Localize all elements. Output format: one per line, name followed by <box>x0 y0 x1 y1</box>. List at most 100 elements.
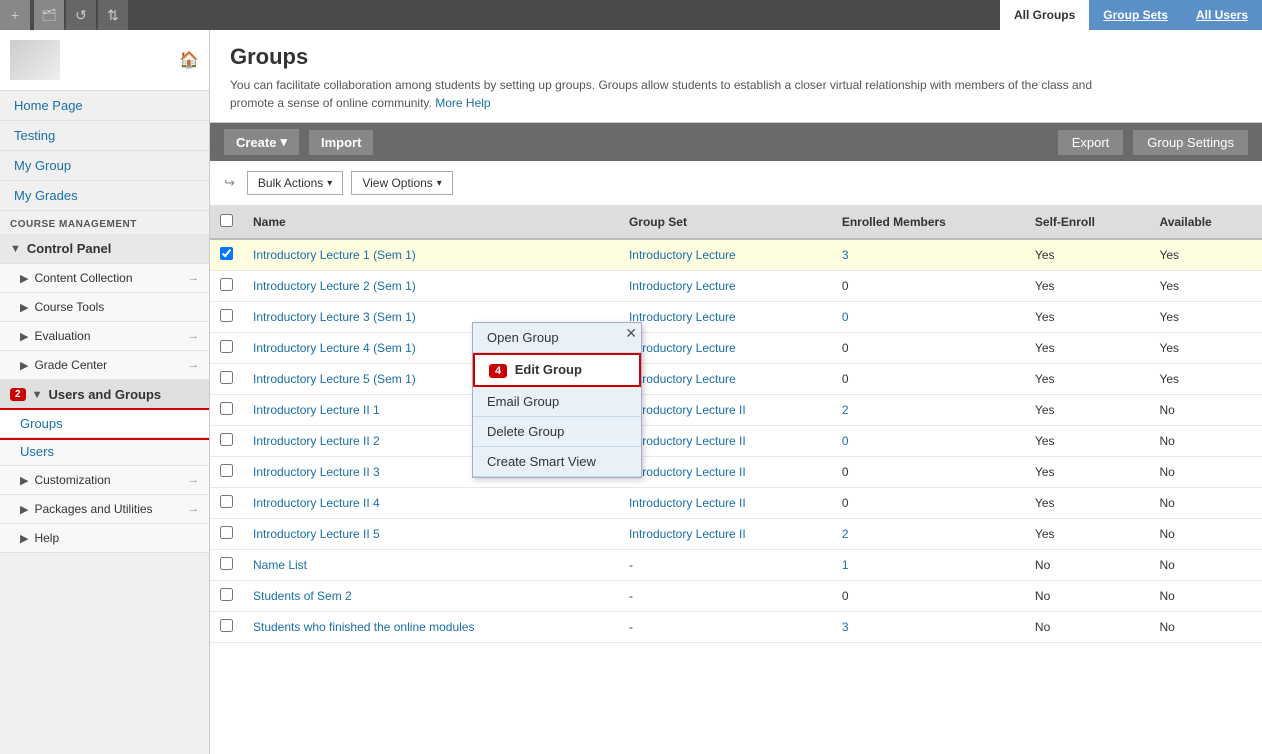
triangle-icon6: ▶ <box>20 503 28 516</box>
select-all-checkbox[interactable] <box>220 214 233 227</box>
group-name-link[interactable]: Introductory Lecture II 2 <box>253 434 380 448</box>
table-row: Introductory Lecture 5 (Sem 1) Introducto… <box>210 364 1262 395</box>
group-set-link[interactable]: Introductory Lecture II <box>629 403 746 417</box>
home-icon[interactable]: 🏠 <box>179 50 199 70</box>
tab-group-sets[interactable]: Group Sets <box>1089 0 1182 30</box>
packages-utilities-item[interactable]: ▶ Packages and Utilities → <box>0 495 209 524</box>
course-tools-item[interactable]: ▶ Course Tools <box>0 293 209 322</box>
row-checkbox[interactable] <box>220 464 233 477</box>
control-panel-toggle[interactable]: ▼ Control Panel <box>0 234 209 264</box>
enrolled-count-link[interactable]: 1 <box>842 558 849 572</box>
page-description: You can facilitate collaboration among s… <box>230 76 1130 112</box>
bulk-caret-icon: ▾ <box>327 178 332 189</box>
sidebar-item-groups[interactable]: Groups <box>0 410 209 438</box>
group-name-link[interactable]: Students of Sem 2 <box>253 589 352 603</box>
cm-create-smart-view[interactable]: Create Smart View <box>473 447 641 477</box>
group-set-link[interactable]: Introductory Lecture <box>629 279 736 293</box>
refresh-button[interactable]: ↺ <box>66 0 96 30</box>
table-row: Students of Sem 2-0NoNo <box>210 581 1262 612</box>
group-set-link[interactable]: Introductory Lecture II <box>629 434 746 448</box>
group-set-link[interactable]: Introductory Lecture <box>629 248 736 262</box>
table-row: Introductory Lecture II 3 Introductory Le… <box>210 457 1262 488</box>
folder-button[interactable]: 🗂 <box>34 0 64 30</box>
row-checkbox[interactable] <box>220 340 233 353</box>
group-set-link[interactable]: Introductory Lecture <box>629 372 736 386</box>
group-name-link[interactable]: Introductory Lecture 4 (Sem 1) <box>253 341 416 355</box>
tab-all-users[interactable]: All Users <box>1182 0 1262 30</box>
self-enroll-value: No <box>1025 612 1150 643</box>
enrolled-count-link[interactable]: 0 <box>842 434 849 448</box>
self-enroll-value: Yes <box>1025 364 1150 395</box>
add-button[interactable]: + <box>0 0 30 30</box>
row-checkbox[interactable] <box>220 588 233 601</box>
arrow-down-icon: ▼ <box>10 243 21 255</box>
group-set-link[interactable]: Introductory Lecture II <box>629 465 746 479</box>
cm-edit-group[interactable]: 4 Edit Group <box>473 353 641 387</box>
group-name-link[interactable]: Introductory Lecture II 3 <box>253 465 380 479</box>
cm-email-group[interactable]: Email Group <box>473 387 641 417</box>
customization-item[interactable]: ▶ Customization → <box>0 466 209 495</box>
table-header-row: Name Group Set Enrolled Members Self-Enr… <box>210 206 1262 239</box>
row-checkbox[interactable] <box>220 433 233 446</box>
row-checkbox[interactable] <box>220 278 233 291</box>
group-name-link[interactable]: Students who finished the online modules <box>253 620 474 634</box>
export-button[interactable]: Export <box>1058 130 1124 155</box>
sidebar-item-home-page[interactable]: Home Page <box>0 91 209 121</box>
available-value: No <box>1149 395 1262 426</box>
cm-delete-group[interactable]: Delete Group <box>473 417 641 447</box>
row-checkbox[interactable] <box>220 495 233 508</box>
table-row: Name List-1NoNo <box>210 550 1262 581</box>
filter-arrow-icon: ↪ <box>224 175 235 191</box>
row-checkbox[interactable] <box>220 402 233 415</box>
course-tools-label: Course Tools <box>34 300 104 314</box>
available-value: No <box>1149 426 1262 457</box>
group-name-link[interactable]: Introductory Lecture II 5 <box>253 527 380 541</box>
row-checkbox[interactable] <box>220 619 233 632</box>
enrolled-count-link[interactable]: 0 <box>842 310 849 324</box>
sidebar-item-users[interactable]: Users <box>0 438 209 466</box>
group-settings-button[interactable]: Group Settings <box>1133 130 1248 155</box>
sidebar-item-testing[interactable]: Testing <box>0 121 209 151</box>
content-collection-item[interactable]: ▶ Content Collection → <box>0 264 209 293</box>
group-set-link[interactable]: Introductory Lecture II <box>629 527 746 541</box>
group-name-link[interactable]: Introductory Lecture II 1 <box>253 403 380 417</box>
group-name-link[interactable]: Introductory Lecture 2 (Sem 1) <box>253 279 416 293</box>
sort-button[interactable]: ⇅ <box>98 0 128 30</box>
col-checkbox <box>210 206 243 239</box>
close-icon[interactable]: ✕ <box>625 326 637 340</box>
enrolled-count-link[interactable]: 2 <box>842 527 849 541</box>
sidebar-item-my-group[interactable]: My Group <box>0 151 209 181</box>
group-set-link[interactable]: Introductory Lecture <box>629 310 736 324</box>
arrow-right-icon3: → <box>188 359 199 371</box>
sidebar-item-my-grades[interactable]: My Grades <box>0 181 209 211</box>
table-body: Introductory Lecture 1 (Sem 1) Introducto… <box>210 239 1262 643</box>
group-name-link[interactable]: Name List <box>253 558 307 572</box>
help-item[interactable]: ▶ Help <box>0 524 209 553</box>
row-checkbox[interactable] <box>220 371 233 384</box>
view-options-button[interactable]: View Options ▾ <box>351 171 453 195</box>
group-name-link[interactable]: Introductory Lecture II 4 <box>253 496 380 510</box>
group-set-link[interactable]: Introductory Lecture II <box>629 496 746 510</box>
users-and-groups-toggle[interactable]: 2 ▼ Users and Groups <box>0 380 209 410</box>
group-name-link[interactable]: Introductory Lecture 5 (Sem 1) <box>253 372 416 386</box>
enrolled-count-link[interactable]: 3 <box>842 620 849 634</box>
grade-center-item[interactable]: ▶ Grade Center → <box>0 351 209 380</box>
more-help-link[interactable]: More Help <box>435 96 490 110</box>
import-button[interactable]: Import <box>309 130 373 155</box>
evaluation-item[interactable]: ▶ Evaluation → <box>0 322 209 351</box>
row-checkbox[interactable] <box>220 309 233 322</box>
row-checkbox[interactable] <box>220 557 233 570</box>
group-name-link[interactable]: Introductory Lecture 1 (Sem 1) <box>253 248 416 262</box>
enrolled-count-link[interactable]: 2 <box>842 403 849 417</box>
triangle-icon: ▶ <box>20 272 28 285</box>
create-button[interactable]: Create ▾ <box>224 129 299 155</box>
group-set-link[interactable]: Introductory Lecture <box>629 341 736 355</box>
bulk-actions-button[interactable]: Bulk Actions ▾ <box>247 171 343 195</box>
self-enroll-value: Yes <box>1025 457 1150 488</box>
enrolled-count-link[interactable]: 3 <box>842 248 849 262</box>
row-checkbox[interactable] <box>220 247 233 260</box>
cm-open-group[interactable]: Open Group <box>473 323 641 353</box>
row-checkbox[interactable] <box>220 526 233 539</box>
group-name-link[interactable]: Introductory Lecture 3 (Sem 1) <box>253 310 416 324</box>
tab-all-groups[interactable]: All Groups <box>1000 0 1089 30</box>
